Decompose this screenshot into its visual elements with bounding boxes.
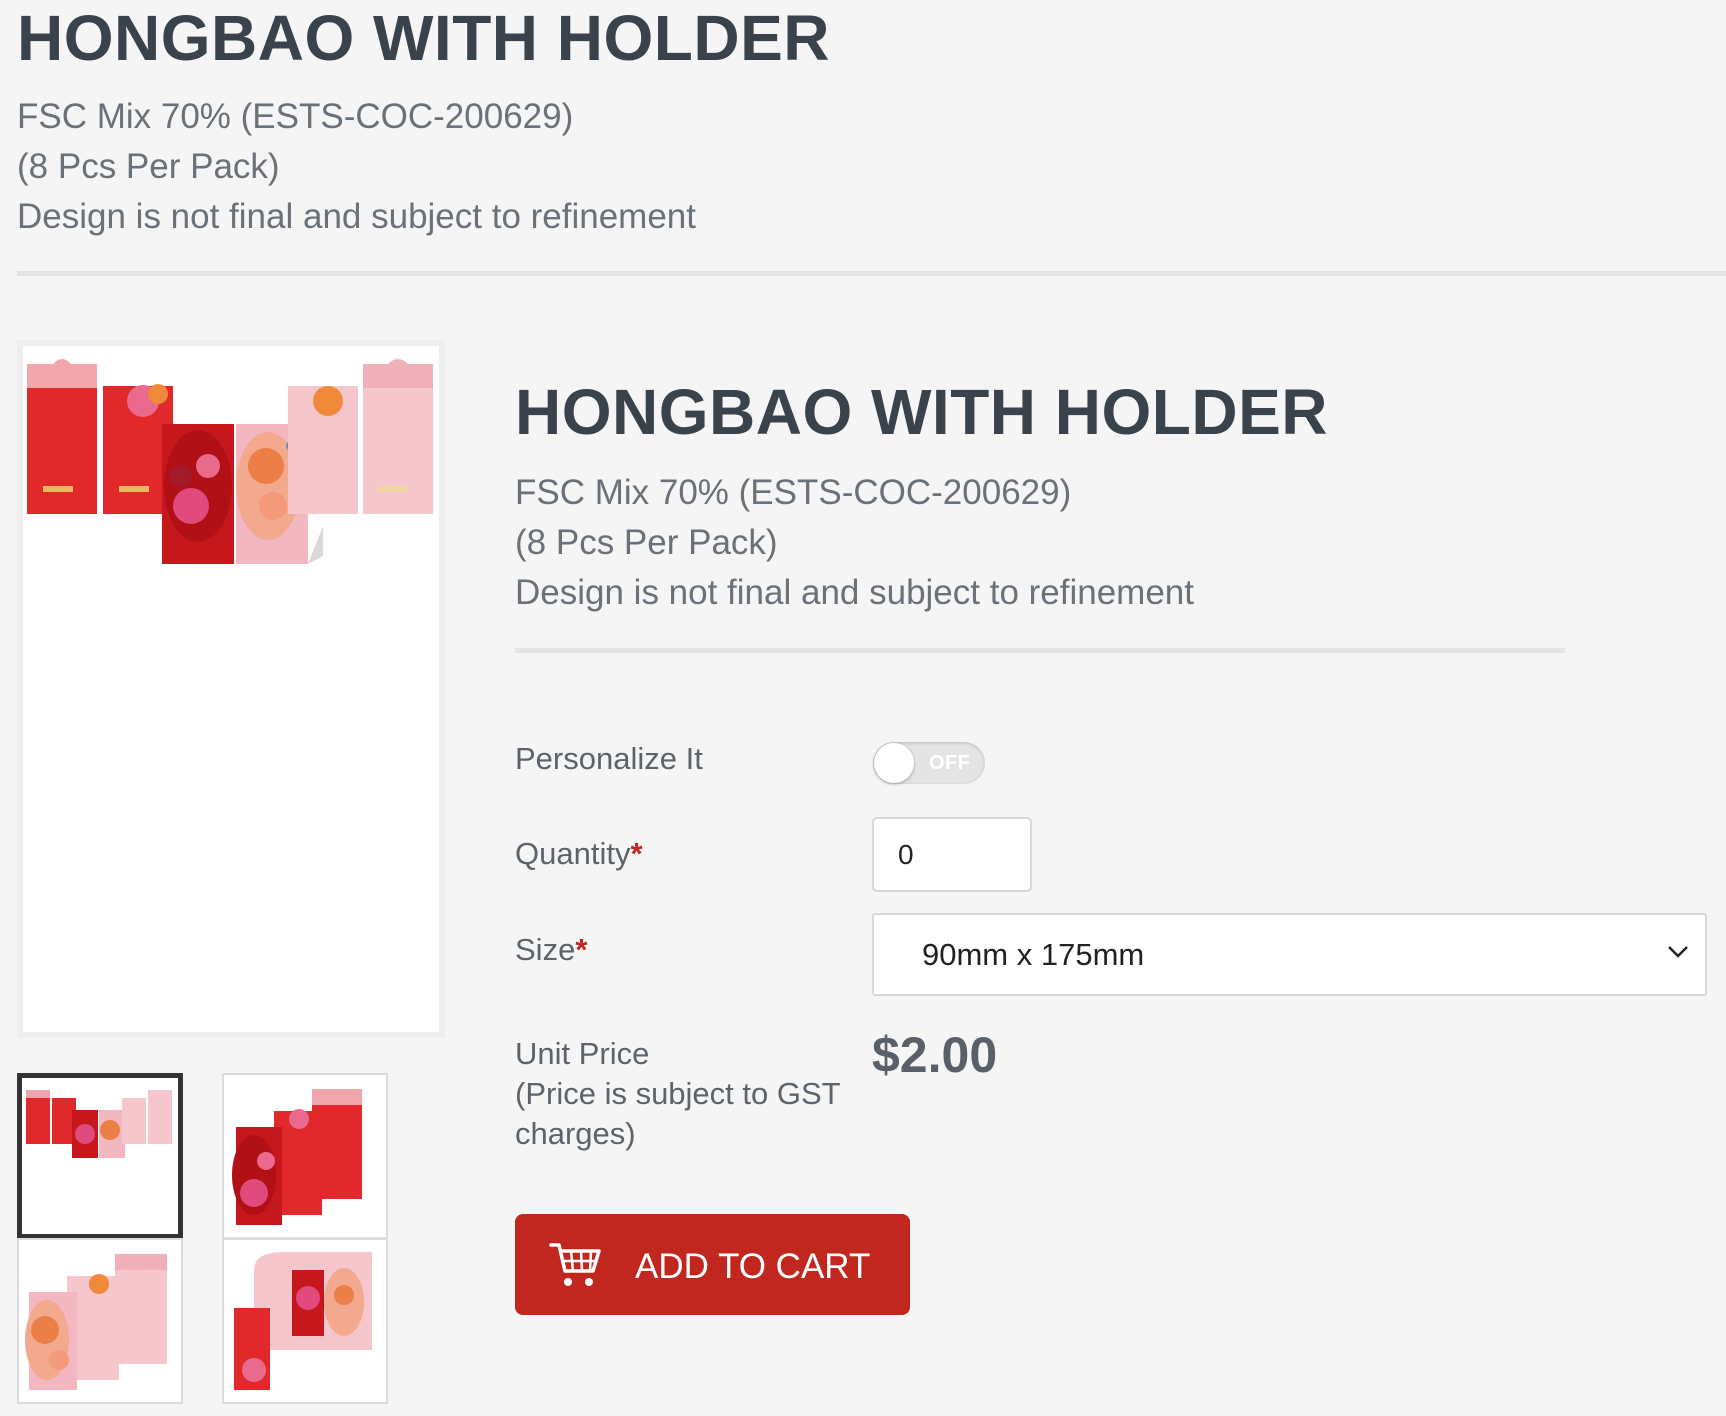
thumbnail-2[interactable] <box>222 1073 388 1239</box>
size-label-text: Size <box>515 932 576 967</box>
description-line: (8 Pcs Per Pack) <box>515 523 778 562</box>
personalize-toggle[interactable]: OFF <box>873 742 985 784</box>
description-line: FSC Mix 70% (ESTS-COC-200629) <box>17 97 574 136</box>
product-description: FSC Mix 70% (ESTS-COC-200629) (8 Pcs Per… <box>515 468 1194 618</box>
quantity-label: Quantity* <box>515 834 643 874</box>
quantity-input[interactable] <box>872 817 1032 892</box>
toggle-knob <box>874 743 914 783</box>
thumbnail-1[interactable] <box>17 1073 183 1239</box>
thumbnail-illustration <box>25 1254 167 1390</box>
thumbnail-illustration <box>26 1090 172 1158</box>
page-description: FSC Mix 70% (ESTS-COC-200629) (8 Pcs Per… <box>17 92 696 242</box>
header-divider <box>17 271 1726 276</box>
required-mark: * <box>575 932 588 967</box>
product-divider <box>515 648 1565 653</box>
chevron-down-icon <box>1668 946 1688 958</box>
size-selected-value: 90mm x 175mm <box>922 937 1145 972</box>
unit-price-label-line: charges) <box>515 1116 636 1151</box>
product-page: HONGBAO WITH HOLDER FSC Mix 70% (ESTS-CO… <box>0 0 1726 1416</box>
unit-price-label-line: Unit Price <box>515 1036 650 1071</box>
size-select[interactable]: 90mm x 175mm <box>872 913 1707 996</box>
size-label: Size* <box>515 930 587 970</box>
thumbnail-illustration <box>232 1089 362 1225</box>
description-line: Design is not final and subject to refin… <box>515 573 1194 612</box>
add-to-cart-label: ADD TO CART <box>635 1247 871 1286</box>
toggle-state-text: OFF <box>929 752 971 774</box>
shopping-cart-icon <box>549 1243 601 1286</box>
description-line: FSC Mix 70% (ESTS-COC-200629) <box>515 473 1072 512</box>
description-line: Design is not final and subject to refin… <box>17 197 696 236</box>
hongbao-product-illustration <box>27 359 433 564</box>
thumbnail-3[interactable] <box>17 1238 183 1404</box>
unit-price-value: $2.00 <box>872 1027 998 1083</box>
unit-price-label-line: (Price is subject to GST <box>515 1076 841 1111</box>
description-line: (8 Pcs Per Pack) <box>17 147 280 186</box>
thumbnail-4[interactable] <box>222 1238 388 1404</box>
add-to-cart-button[interactable]: ADD TO CART <box>515 1214 910 1315</box>
thumbnail-illustration <box>234 1252 372 1390</box>
product-title: HONGBAO WITH HOLDER <box>515 376 1328 448</box>
page-title: HONGBAO WITH HOLDER <box>17 2 830 74</box>
quantity-label-text: Quantity <box>515 836 631 871</box>
main-product-image[interactable] <box>17 340 445 1038</box>
personalize-label: Personalize It <box>515 741 703 776</box>
unit-price-label: Unit Price (Price is subject to GST char… <box>515 1034 841 1154</box>
required-mark: * <box>630 836 643 871</box>
